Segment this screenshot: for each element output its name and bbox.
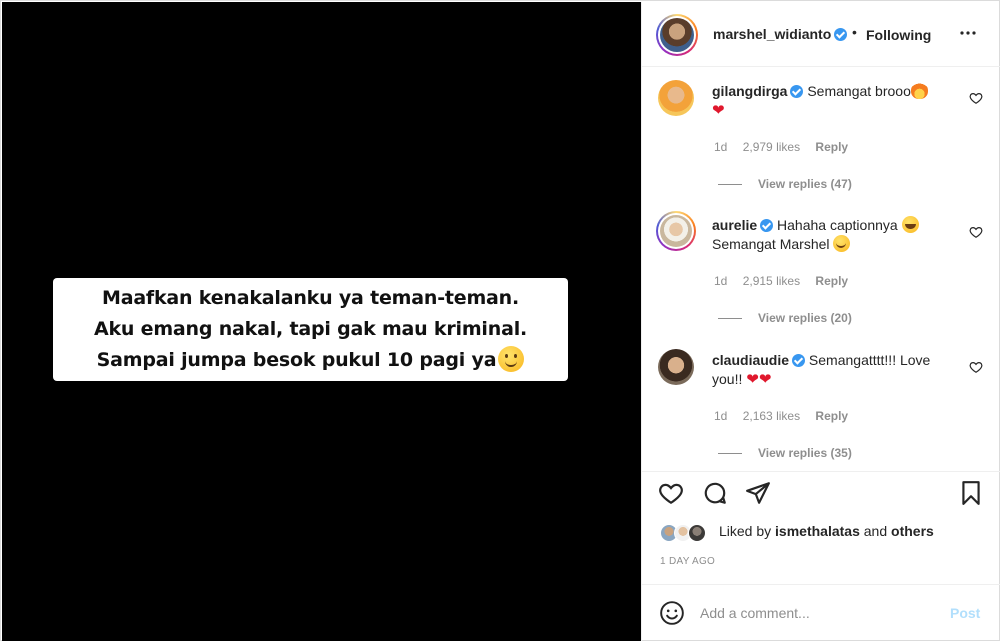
heart-emoji-icon: ❤ (712, 102, 725, 119)
liked-by-user-link[interactable]: ismethalatas (775, 523, 860, 539)
like-comment-heart-icon[interactable] (969, 360, 983, 374)
laughing-emoji-icon (901, 216, 919, 233)
share-send-icon[interactable] (745, 480, 771, 506)
comment-likes-count[interactable]: 2,979 likes (743, 140, 800, 154)
liked-by-others-link[interactable]: others (891, 523, 934, 539)
comment-text: claudiaudie Semangatttt!!! Love you!! ❤❤ (712, 351, 962, 389)
comment-body: Semangatttt!!! Love (808, 352, 931, 368)
comment-likes-count[interactable]: 2,915 likes (743, 274, 800, 288)
heart-emoji-icon: ❤❤ (746, 371, 772, 388)
more-options-icon[interactable] (956, 21, 980, 45)
reply-button[interactable]: Reply (815, 409, 848, 423)
comment-bubble-icon[interactable] (702, 480, 728, 506)
commenter-avatar[interactable] (658, 80, 694, 116)
verified-badge-icon (792, 354, 806, 367)
liker-avatar (688, 524, 706, 542)
comment-meta: 1d 2,979 likes Reply (714, 140, 860, 154)
view-replies-button[interactable]: View replies (47) (718, 177, 852, 191)
author-username[interactable]: marshel_widianto (713, 26, 848, 42)
post-side-panel: marshel_widianto • Following gilangdirga… (641, 2, 1000, 641)
commenter-username[interactable]: gilangdirga (712, 83, 787, 99)
comment-body-line2: Semangat Marshel (712, 236, 830, 252)
verified-badge-icon (834, 28, 848, 41)
comment-age: 1d (714, 140, 728, 154)
hugging-emoji-icon (833, 235, 851, 252)
emoji-picker-icon[interactable] (659, 600, 685, 626)
reply-button[interactable]: Reply (815, 274, 848, 288)
post-comment-button[interactable]: Post (950, 605, 980, 621)
following-button[interactable]: Following (866, 27, 931, 43)
comment-age: 1d (714, 409, 728, 423)
commenter-username[interactable]: aurelie (712, 217, 757, 233)
save-bookmark-icon[interactable] (958, 480, 984, 506)
comment-age: 1d (714, 274, 728, 288)
like-heart-icon[interactable] (658, 480, 684, 506)
view-replies-button[interactable]: View replies (20) (718, 311, 852, 325)
like-comment-heart-icon[interactable] (969, 225, 983, 239)
post-header: marshel_widianto • Following (642, 2, 1000, 67)
verified-badge-icon (790, 85, 804, 98)
comment-meta: 1d 2,163 likes Reply (714, 409, 860, 423)
add-comment-input[interactable] (700, 601, 930, 625)
comment-body-line2: you!! (712, 371, 743, 387)
header-separator: • (852, 24, 857, 40)
post-media[interactable]: Maafkan kenakalanku ya teman-teman. Aku … (2, 2, 641, 641)
liked-by-text: Liked by ismethalatas and others (719, 523, 934, 539)
post-window: Maafkan kenakalanku ya teman-teman. Aku … (0, 0, 1000, 641)
caption-line-1: Maafkan kenakalanku ya teman-teman. (101, 287, 520, 309)
comment-text: gilangdirga Semangat brooo ❤ (712, 82, 962, 120)
smile-emoji-icon (498, 346, 525, 372)
post-timestamp[interactable]: 1 DAY AGO (660, 556, 715, 567)
comment-text: aurelie Hahaha captionnya Semangat Marsh… (712, 216, 962, 254)
comment-meta: 1d 2,915 likes Reply (714, 274, 860, 288)
caption-line-2: Aku emang nakal, tapi gak mau kriminal. (93, 318, 528, 340)
view-replies-button[interactable]: View replies (35) (718, 446, 852, 460)
add-comment-bar: Post (642, 584, 1000, 641)
reply-button[interactable]: Reply (815, 140, 848, 154)
comments-list[interactable]: gilangdirga Semangat brooo ❤ 1d 2,979 li… (642, 68, 1000, 471)
image-caption-box: Maafkan kenakalanku ya teman-teman. Aku … (53, 278, 568, 381)
author-avatar[interactable] (656, 14, 698, 56)
verified-badge-icon (760, 219, 774, 232)
caption-line-3: Sampai jumpa besok pukul 10 pagi ya (97, 345, 525, 376)
comment-body: Semangat brooo (807, 83, 911, 99)
comment-likes-count[interactable]: 2,163 likes (743, 409, 800, 423)
like-comment-heart-icon[interactable] (969, 91, 983, 105)
commenter-username[interactable]: claudiaudie (712, 352, 789, 368)
commenter-avatar[interactable] (658, 349, 694, 385)
fire-emoji-icon (910, 82, 928, 99)
comment-body: Hahaha captionnya (777, 217, 898, 233)
commenter-avatar[interactable] (656, 211, 696, 251)
